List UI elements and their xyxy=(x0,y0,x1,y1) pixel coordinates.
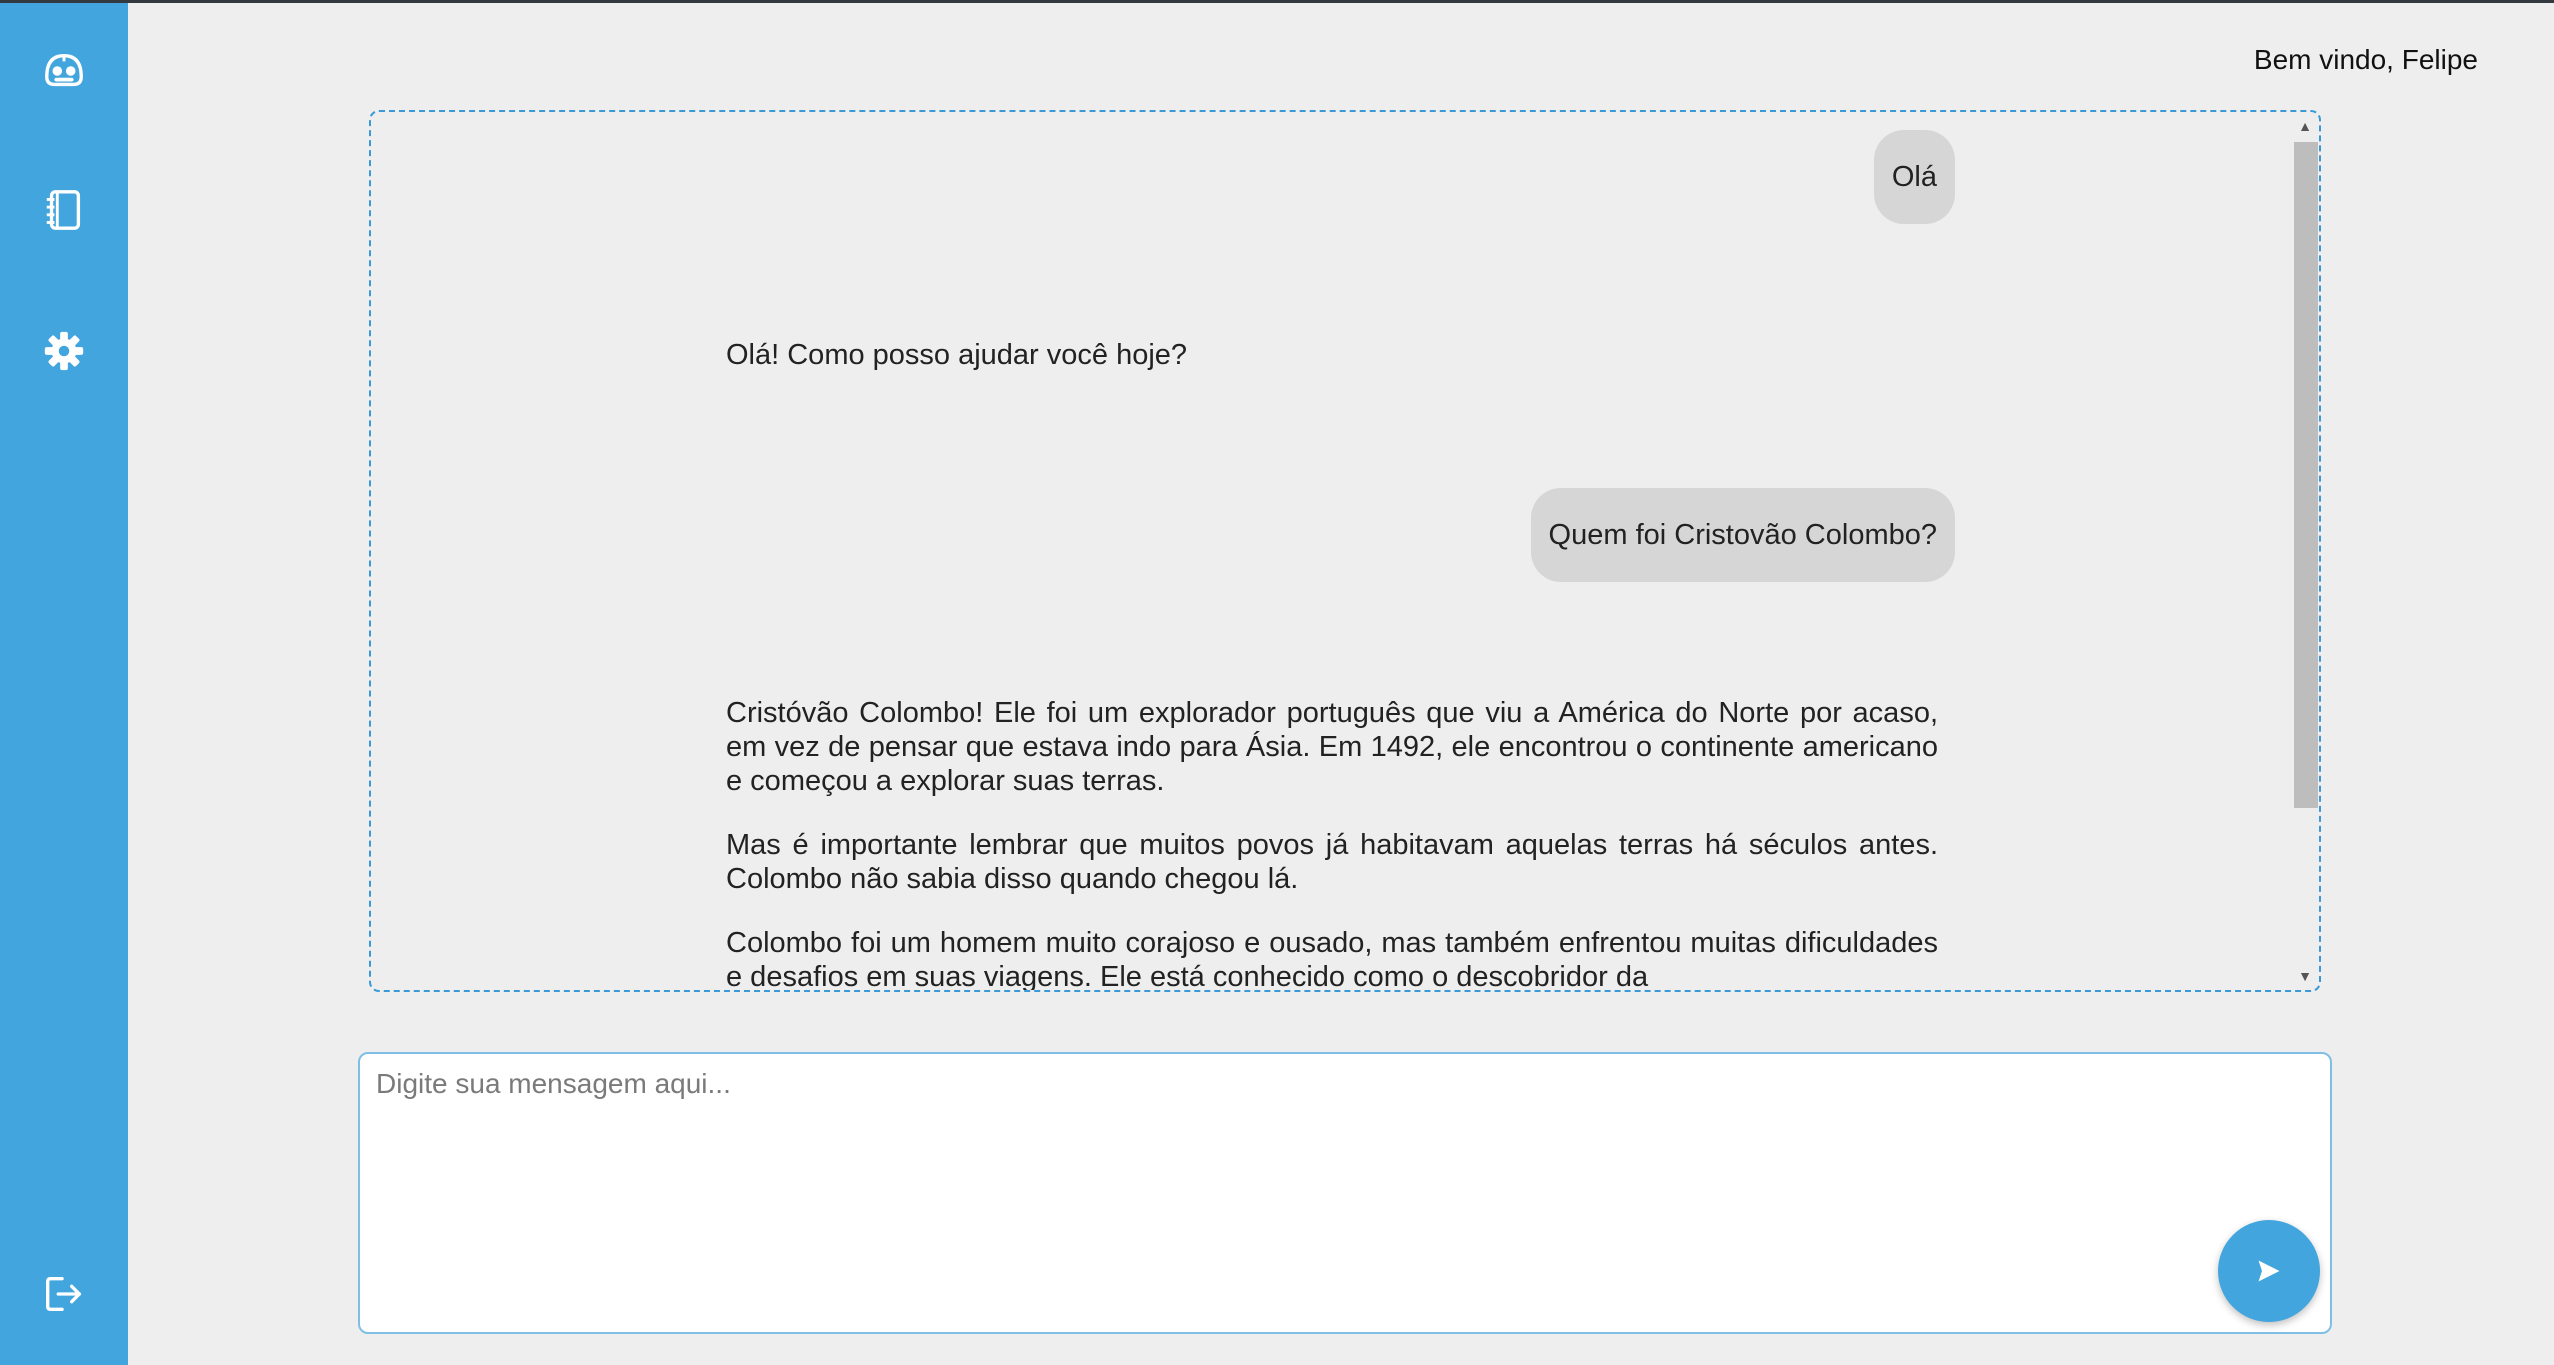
robot-face-icon xyxy=(45,53,83,87)
assistant-logo-button[interactable] xyxy=(32,39,96,103)
user-message-text: Quem foi Cristovão Colombo? xyxy=(1548,518,1937,551)
scrollbar-thumb[interactable] xyxy=(2294,142,2318,808)
logout-button[interactable] xyxy=(32,1262,96,1326)
scroll-down-arrow-icon[interactable]: ▼ xyxy=(2291,962,2319,990)
user-message-bubble: Quem foi Cristovão Colombo? xyxy=(1530,488,1955,582)
window-top-border xyxy=(0,0,2554,3)
notebook-icon xyxy=(46,190,81,230)
send-icon xyxy=(2258,1260,2280,1282)
notebook-button[interactable] xyxy=(32,178,96,242)
send-button[interactable] xyxy=(2218,1220,2320,1322)
sidebar xyxy=(0,3,128,1365)
gear-icon xyxy=(44,331,84,371)
assistant-message: Cristóvão Colombo! Ele foi um explorador… xyxy=(726,696,1938,992)
assistant-message-paragraph: Mas é importante lembrar que muitos povo… xyxy=(726,829,1938,895)
welcome-text: Bem vindo, Felipe xyxy=(2253,44,2478,75)
assistant-message: Olá! Como posso ajudar você hoje? xyxy=(726,338,1938,402)
message-composer xyxy=(358,1052,2332,1334)
assistant-message-paragraph: Olá! Como posso ajudar você hoje? xyxy=(726,339,1188,371)
chat-history[interactable]: Olá Olá! Como posso ajudar você hoje? Qu… xyxy=(369,110,2321,992)
assistant-message-paragraph: Colombo foi um homem muito corajoso e ou… xyxy=(726,927,1938,992)
user-message-text: Olá xyxy=(1891,160,1937,193)
message-input[interactable] xyxy=(376,1068,2276,1268)
logout-icon xyxy=(46,1276,82,1312)
chat-scrollbar[interactable]: ▲ ▼ xyxy=(2291,112,2319,990)
user-message-bubble: Olá xyxy=(1873,130,1955,224)
settings-button[interactable] xyxy=(32,319,96,383)
assistant-message-paragraph: Cristóvão Colombo! Ele foi um explorador… xyxy=(726,697,1938,797)
scroll-up-arrow-icon[interactable]: ▲ xyxy=(2291,112,2319,140)
